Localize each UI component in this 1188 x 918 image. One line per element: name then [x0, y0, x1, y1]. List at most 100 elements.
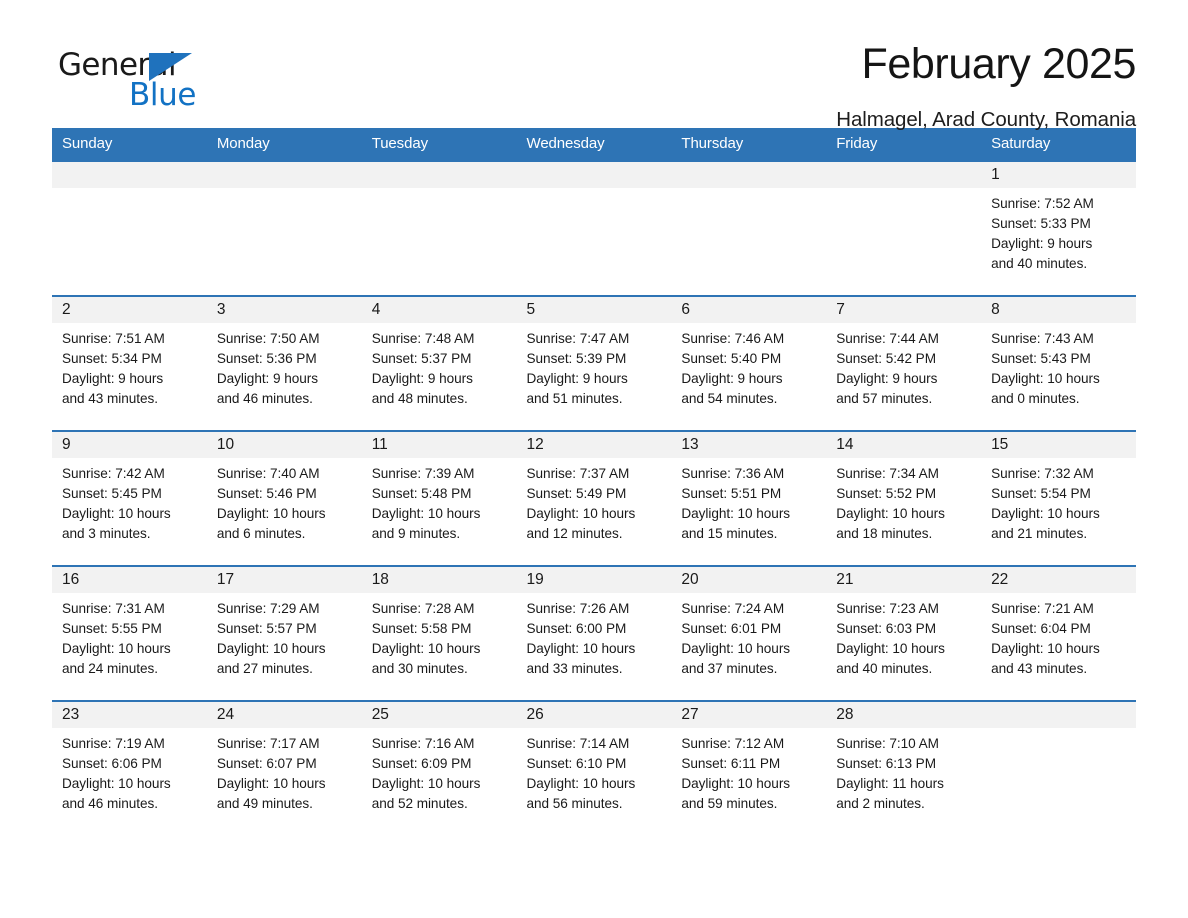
calendar-day-cell[interactable]: 1 Sunrise: 7:52 AM Sunset: 5:33 PM Daylight… — [981, 160, 1136, 296]
daylight-text-line2: and 52 minutes. — [371, 796, 468, 811]
day-number: 2 — [52, 297, 207, 323]
calendar-day-cell[interactable]: 16 Sunrise: 7:31 AM Sunset: 5:55 PM Dayligh… — [52, 565, 207, 701]
sunrise-text: Sunrise: 7:47 AM — [526, 331, 630, 346]
day-number — [981, 702, 1136, 728]
calendar-day-cell[interactable]: 18 Sunrise: 7:28 AM Sunset: 5:58 PM Dayligh… — [361, 565, 517, 701]
daylight-text-line1: Daylight: 10 hours — [526, 641, 636, 656]
calendar-day-cell[interactable]: 5 Sunrise: 7:47 AM Sunset: 5:39 PM Daylight… — [516, 295, 672, 431]
calendar-week-row: 2 Sunrise: 7:51 AM Sunset: 5:34 PM Daylight… — [52, 295, 1136, 431]
day-number — [826, 162, 982, 188]
day-details: Sunrise: 7:52 AM Sunset: 5:33 PM Daylight:… — [981, 188, 1136, 274]
day-details: Sunrise: 7:44 AM Sunset: 5:42 PM Daylight:… — [826, 323, 981, 409]
sunrise-text: Sunrise: 7:34 AM — [836, 466, 939, 481]
calendar-day-cell[interactable]: 25 Sunrise: 7:16 AM Sunset: 6:09 PM Dayligh… — [361, 700, 517, 836]
day-details: Sunrise: 7:47 AM Sunset: 5:39 PM Daylight:… — [517, 323, 672, 409]
day-details: Sunrise: 7:46 AM Sunset: 5:40 PM Daylight:… — [671, 323, 826, 409]
sunset-text: Sunset: 5:33 PM — [991, 216, 1091, 231]
calendar-day-cell-empty — [361, 160, 517, 296]
sunset-text: Sunset: 5:46 PM — [216, 486, 317, 501]
sunset-text: Sunset: 6:10 PM — [526, 756, 627, 771]
day-number: 25 — [361, 702, 517, 728]
calendar-day-cell[interactable]: 15 Sunrise: 7:32 AM Sunset: 5:54 PM Dayligh… — [981, 430, 1136, 566]
day-number — [516, 162, 672, 188]
sunrise-text: Sunrise: 7:17 AM — [216, 736, 320, 751]
sunset-text: Sunset: 5:54 PM — [991, 486, 1091, 501]
weekday-header-saturday: Saturday — [981, 128, 1136, 161]
day-number: 7 — [826, 297, 982, 323]
calendar-body: 1 Sunrise: 7:52 AM Sunset: 5:33 PM Daylight… — [52, 160, 1136, 836]
daylight-text-line1: Daylight: 10 hours — [991, 506, 1100, 521]
calendar-day-cell[interactable]: 20 Sunrise: 7:24 AM Sunset: 6:01 PM Dayligh… — [671, 565, 827, 701]
calendar-day-cell[interactable]: 13 Sunrise: 7:36 AM Sunset: 5:51 PM Dayligh… — [671, 430, 827, 566]
calendar-week-row: 1 Sunrise: 7:52 AM Sunset: 5:33 PM Daylight… — [52, 160, 1136, 296]
calendar-day-cell[interactable]: 9 Sunrise: 7:42 AM Sunset: 5:45 PM Daylight… — [52, 430, 207, 566]
sunrise-text: Sunrise: 7:28 AM — [371, 601, 475, 616]
day-number: 13 — [671, 432, 827, 458]
day-details: Sunrise: 7:40 AM Sunset: 5:46 PM Daylight:… — [207, 458, 362, 544]
sunrise-text: Sunrise: 7:14 AM — [526, 736, 630, 751]
daylight-text-line1: Daylight: 10 hours — [526, 776, 636, 791]
calendar-day-cell[interactable]: 12 Sunrise: 7:37 AM Sunset: 5:49 PM Dayligh… — [516, 430, 672, 566]
day-number: 19 — [516, 567, 672, 593]
day-details: Sunrise: 7:12 AM Sunset: 6:11 PM Daylight:… — [671, 728, 826, 814]
daylight-text-line2: and 37 minutes. — [681, 661, 778, 676]
daylight-text-line2: and 33 minutes. — [526, 661, 623, 676]
day-details: Sunrise: 7:43 AM Sunset: 5:43 PM Daylight:… — [981, 323, 1136, 409]
day-details: Sunrise: 7:36 AM Sunset: 5:51 PM Daylight:… — [671, 458, 826, 544]
calendar-day-cell[interactable]: 17 Sunrise: 7:29 AM Sunset: 5:57 PM Dayligh… — [206, 565, 362, 701]
calendar-day-cell[interactable]: 19 Sunrise: 7:26 AM Sunset: 6:00 PM Dayligh… — [516, 565, 672, 701]
day-details: Sunrise: 7:14 AM Sunset: 6:10 PM Daylight:… — [517, 728, 672, 814]
calendar-day-cell[interactable]: 21 Sunrise: 7:23 AM Sunset: 6:03 PM Dayligh… — [826, 565, 982, 701]
daylight-text-line1: Daylight: 10 hours — [62, 641, 171, 656]
calendar-day-cell[interactable]: 2 Sunrise: 7:51 AM Sunset: 5:34 PM Daylight… — [52, 295, 207, 431]
calendar-week-row: 23 Sunrise: 7:19 AM Sunset: 6:06 PM Dayligh… — [52, 700, 1136, 836]
daylight-text-line2: and 46 minutes. — [216, 391, 313, 406]
calendar-day-cell[interactable]: 28 Sunrise: 7:10 AM Sunset: 6:13 PM Dayligh… — [826, 700, 982, 836]
daylight-text-line2: and 6 minutes. — [216, 526, 306, 541]
calendar-day-cell[interactable]: 26 Sunrise: 7:14 AM Sunset: 6:10 PM Dayligh… — [516, 700, 672, 836]
sunset-text: Sunset: 6:07 PM — [216, 756, 317, 771]
daylight-text-line1: Daylight: 10 hours — [836, 506, 945, 521]
weekday-header-wednesday: Wednesday — [516, 128, 672, 161]
calendar-day-cell[interactable]: 6 Sunrise: 7:46 AM Sunset: 5:40 PM Daylight… — [671, 295, 827, 431]
calendar-week-row: 16 Sunrise: 7:31 AM Sunset: 5:55 PM Dayligh… — [52, 565, 1136, 701]
calendar-day-cell[interactable]: 14 Sunrise: 7:34 AM Sunset: 5:52 PM Dayligh… — [826, 430, 982, 566]
daylight-text-line2: and 3 minutes. — [62, 526, 151, 541]
calendar-day-cell[interactable]: 24 Sunrise: 7:17 AM Sunset: 6:07 PM Dayligh… — [206, 700, 362, 836]
calendar-day-cell-empty — [671, 160, 827, 296]
day-number: 21 — [826, 567, 982, 593]
calendar-day-cell[interactable]: 3 Sunrise: 7:50 AM Sunset: 5:36 PM Daylight… — [206, 295, 362, 431]
daylight-text-line1: Daylight: 9 hours — [216, 371, 319, 386]
calendar-day-cell-empty — [826, 160, 982, 296]
calendar-day-cell[interactable]: 22 Sunrise: 7:21 AM Sunset: 6:04 PM Dayligh… — [981, 565, 1136, 701]
calendar-day-cell[interactable]: 7 Sunrise: 7:44 AM Sunset: 5:42 PM Daylight… — [826, 295, 982, 431]
daylight-text-line2: and 12 minutes. — [526, 526, 623, 541]
calendar-day-cell[interactable]: 27 Sunrise: 7:12 AM Sunset: 6:11 PM Dayligh… — [671, 700, 827, 836]
sunset-text: Sunset: 6:01 PM — [681, 621, 782, 636]
day-number: 26 — [516, 702, 672, 728]
calendar-day-cell[interactable]: 8 Sunrise: 7:43 AM Sunset: 5:43 PM Daylight… — [981, 295, 1136, 431]
daylight-text-line1: Daylight: 10 hours — [216, 506, 326, 521]
calendar-day-cell[interactable]: 10 Sunrise: 7:40 AM Sunset: 5:46 PM Dayligh… — [206, 430, 362, 566]
day-number: 9 — [52, 432, 207, 458]
day-details: Sunrise: 7:24 AM Sunset: 6:01 PM Daylight:… — [671, 593, 826, 679]
sunset-text: Sunset: 6:13 PM — [836, 756, 936, 771]
day-number — [671, 162, 827, 188]
sunrise-text: Sunrise: 7:29 AM — [216, 601, 320, 616]
generalblue-logo[interactable]: General Blue — [52, 40, 252, 112]
calendar-day-cell[interactable]: 11 Sunrise: 7:39 AM Sunset: 5:48 PM Dayligh… — [361, 430, 517, 566]
daylight-text-line1: Daylight: 9 hours — [991, 236, 1093, 251]
daylight-text-line1: Daylight: 9 hours — [526, 371, 628, 386]
day-number: 18 — [361, 567, 517, 593]
sunset-text: Sunset: 5:37 PM — [371, 351, 472, 366]
daylight-text-line1: Daylight: 9 hours — [371, 371, 473, 386]
daylight-text-line1: Daylight: 10 hours — [991, 371, 1100, 386]
calendar-day-cell[interactable]: 4 Sunrise: 7:48 AM Sunset: 5:37 PM Daylight… — [361, 295, 517, 431]
daylight-text-line1: Daylight: 10 hours — [681, 506, 791, 521]
sunrise-text: Sunrise: 7:50 AM — [216, 331, 320, 346]
logo-text-blue: Blue — [129, 77, 196, 113]
daylight-text-line2: and 24 minutes. — [62, 661, 158, 676]
day-number: 12 — [516, 432, 672, 458]
day-number: 3 — [206, 297, 362, 323]
calendar-day-cell[interactable]: 23 Sunrise: 7:19 AM Sunset: 6:06 PM Dayligh… — [52, 700, 207, 836]
